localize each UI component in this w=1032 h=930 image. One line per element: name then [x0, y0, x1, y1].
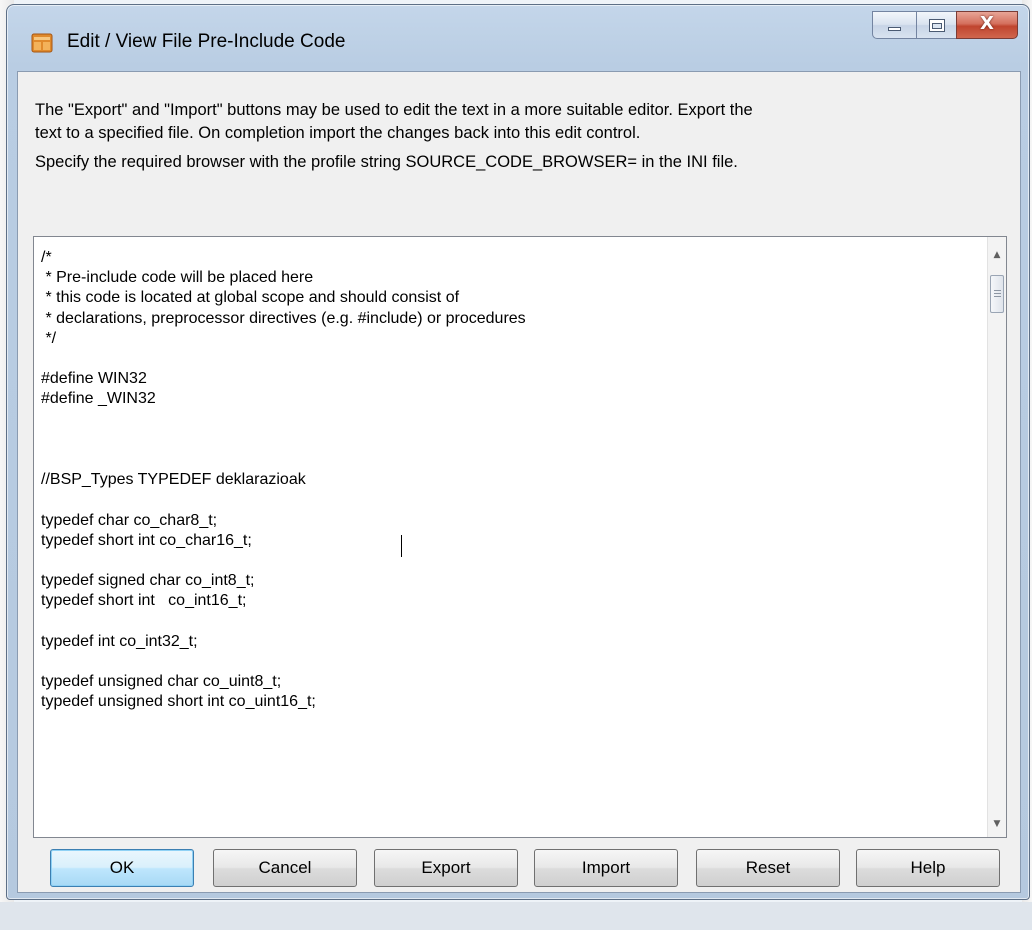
- scroll-thumb[interactable]: [990, 275, 1004, 313]
- window-title: Edit / View File Pre-Include Code: [67, 31, 346, 52]
- grip-icon: [994, 290, 1001, 297]
- code-editor[interactable]: /* * Pre-include code will be placed her…: [33, 236, 1007, 838]
- app-window-icon: [31, 33, 53, 53]
- close-button[interactable]: X: [956, 11, 1018, 39]
- dialog-client-area: The "Export" and "Import" buttons may be…: [17, 71, 1021, 893]
- import-button[interactable]: Import: [534, 849, 678, 887]
- vertical-scrollbar[interactable]: ▲ ▼: [987, 237, 1006, 837]
- desktop-background-bottom: [0, 902, 1032, 930]
- close-icon: X: [980, 13, 994, 34]
- description-line-1: The "Export" and "Import" buttons may be…: [35, 101, 753, 119]
- maximize-icon: [929, 19, 945, 32]
- reset-button[interactable]: Reset: [696, 849, 840, 887]
- minimize-icon: [888, 27, 901, 31]
- description-line-1b: text to a specified file. On completion …: [35, 124, 641, 142]
- scroll-up-arrow-icon[interactable]: ▲: [988, 245, 1006, 264]
- description-export-import: The "Export" and "Import" buttons may be…: [35, 99, 753, 145]
- help-button[interactable]: Help: [856, 849, 1000, 887]
- title-bar[interactable]: Edit / View File Pre-Include Code X: [7, 5, 1029, 71]
- ok-button[interactable]: OK: [50, 849, 194, 887]
- code-text[interactable]: /* * Pre-include code will be placed her…: [41, 248, 978, 713]
- cancel-button[interactable]: Cancel: [213, 849, 357, 887]
- export-button[interactable]: Export: [374, 849, 518, 887]
- caption-buttons: X: [872, 11, 1018, 39]
- scroll-down-arrow-icon[interactable]: ▼: [988, 814, 1006, 833]
- button-row: OK Cancel Export Import Reset Help: [50, 849, 1010, 887]
- text-caret: [401, 535, 402, 557]
- maximize-button[interactable]: [916, 11, 956, 39]
- description-browser: Specify the required browser with the pr…: [35, 153, 738, 171]
- dialog-window: Edit / View File Pre-Include Code X The …: [6, 4, 1030, 900]
- minimize-button[interactable]: [872, 11, 916, 39]
